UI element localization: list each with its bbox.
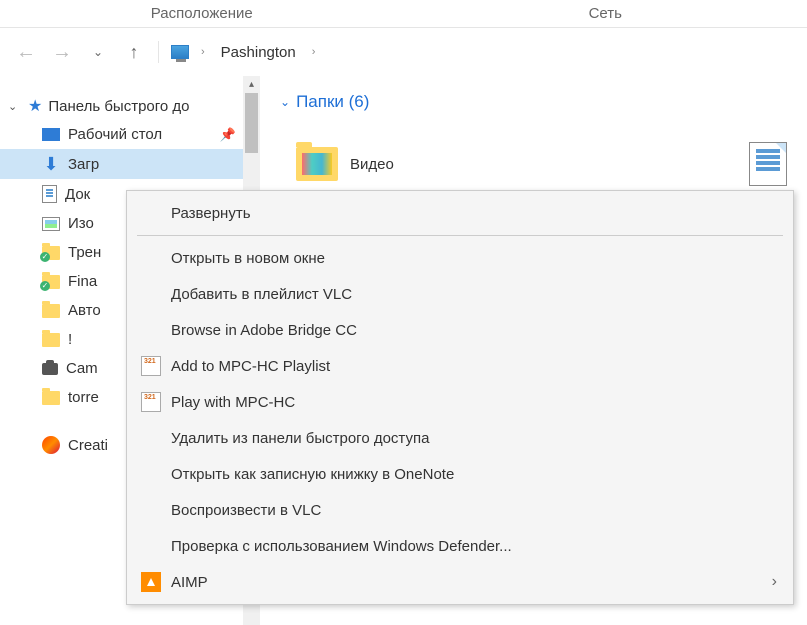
aimp-icon (141, 572, 161, 592)
quick-access-root[interactable]: ⌄ ★ Панель быстрого до (0, 92, 260, 120)
blank-icon (141, 248, 161, 268)
blank-icon (141, 536, 161, 556)
ctx-vlc-play[interactable]: Воспроизвести в VLC (127, 492, 793, 528)
document-icon (749, 142, 787, 186)
ctx-vlc-add-playlist[interactable]: Добавить в плейлист VLC (127, 276, 793, 312)
picture-icon (42, 217, 60, 231)
breadcrumb-item[interactable]: Pashington (217, 44, 300, 61)
ctx-unpin-quick-access[interactable]: Удалить из панели быстрого доступа (127, 420, 793, 456)
ctx-label: Add to MPC-HC Playlist (171, 358, 777, 375)
creative-cloud-icon (42, 436, 60, 454)
folder-icon (296, 147, 338, 181)
ctx-mpc-add-playlist[interactable]: Add to MPC-HC Playlist (127, 348, 793, 384)
ctx-aimp[interactable]: AIMP › (127, 564, 793, 600)
sidebar-item-label: Рабочий стол (68, 126, 162, 143)
scroll-up-button[interactable]: ▴ (243, 76, 260, 93)
blank-icon (141, 428, 161, 448)
ctx-label: AIMP (171, 574, 762, 591)
menu-separator (137, 235, 783, 236)
ctx-label: Развернуть (171, 205, 777, 222)
ribbon-tab-network[interactable]: Сеть (404, 0, 807, 27)
ctx-windows-defender[interactable]: Проверка с использованием Windows Defend… (127, 528, 793, 564)
sidebar-item-downloads[interactable]: ⬇ Загр (0, 149, 260, 179)
chevron-down-icon: ⌄ (280, 95, 290, 109)
ctx-mpc-play[interactable]: Play with MPC-HC (127, 384, 793, 420)
sidebar-item-label: torre (68, 389, 99, 406)
sidebar-item-label: Изо (68, 215, 94, 232)
recent-locations-dropdown[interactable]: ⌄ (86, 40, 110, 64)
sidebar-item-label: ! (68, 331, 72, 348)
ctx-label: Play with MPC-HC (171, 394, 777, 411)
blank-icon (141, 500, 161, 520)
sidebar-item-label: Авто (68, 302, 101, 319)
folder-icon (42, 391, 60, 405)
download-icon: ⬇ (42, 155, 60, 173)
ctx-label: Открыть как записную книжку в OneNote (171, 466, 777, 483)
back-button[interactable]: ← (14, 40, 38, 64)
folders-section-header[interactable]: ⌄ Папки (6) (280, 92, 787, 112)
address-bar: ← → ⌄ ↑ › Pashington › (0, 28, 807, 76)
separator (158, 41, 159, 63)
blank-icon (141, 284, 161, 304)
sidebar-item-label: Creati (68, 437, 108, 454)
ribbon-tab-location[interactable]: Расположение (0, 0, 404, 27)
ctx-expand[interactable]: Развернуть (127, 195, 793, 231)
quick-access-label: Панель быстрого до (48, 98, 189, 115)
ctx-label: Проверка с использованием Windows Defend… (171, 538, 777, 555)
folder-icon: ✓ (42, 246, 60, 260)
pin-icon: 📌 (220, 127, 236, 143)
document-icon (42, 185, 57, 203)
section-title: Папки (6) (296, 92, 369, 112)
folder-icon (42, 333, 60, 347)
ctx-label: Открыть в новом окне (171, 250, 777, 267)
ctx-label: Browse in Adobe Bridge CC (171, 322, 777, 339)
camera-icon (42, 363, 58, 375)
ctx-label: Добавить в плейлист VLC (171, 286, 777, 303)
folder-label: Видео (350, 156, 394, 173)
forward-button[interactable]: → (50, 40, 74, 64)
blank-icon (141, 320, 161, 340)
breadcrumb-separator[interactable]: › (312, 46, 316, 58)
blank-icon (141, 203, 161, 223)
chevron-down-icon[interactable]: ⌄ (8, 100, 22, 113)
breadcrumb-separator: › (201, 46, 205, 58)
sidebar-item-label: Док (65, 186, 90, 203)
star-icon: ★ (28, 96, 42, 116)
folder-icon (42, 304, 60, 318)
sidebar-item-label: Загр (68, 156, 99, 173)
folder-item-video[interactable]: Видео (296, 142, 394, 186)
blank-icon (141, 464, 161, 484)
sidebar-item-label: Трен (68, 244, 101, 261)
up-button[interactable]: ↑ (122, 40, 146, 64)
ctx-label: Удалить из панели быстрого доступа (171, 430, 777, 447)
ctx-adobe-bridge[interactable]: Browse in Adobe Bridge CC (127, 312, 793, 348)
ctx-label: Воспроизвести в VLC (171, 502, 777, 519)
mpc-icon (141, 392, 161, 412)
desktop-icon (42, 128, 60, 141)
sidebar-item-label: Cam (66, 360, 98, 377)
context-menu: Развернуть Открыть в новом окне Добавить… (126, 190, 794, 605)
chevron-right-icon: › (772, 573, 777, 591)
sidebar-item-label: Fina (68, 273, 97, 290)
sidebar-item-desktop[interactable]: Рабочий стол 📌 (0, 120, 260, 149)
folder-icon: ✓ (42, 275, 60, 289)
mpc-icon (141, 356, 161, 376)
folder-item-documents[interactable] (749, 142, 787, 186)
ctx-open-new-window[interactable]: Открыть в новом окне (127, 240, 793, 276)
this-pc-icon (171, 45, 189, 59)
scroll-thumb[interactable] (245, 93, 258, 153)
ctx-onenote[interactable]: Открыть как записную книжку в OneNote (127, 456, 793, 492)
